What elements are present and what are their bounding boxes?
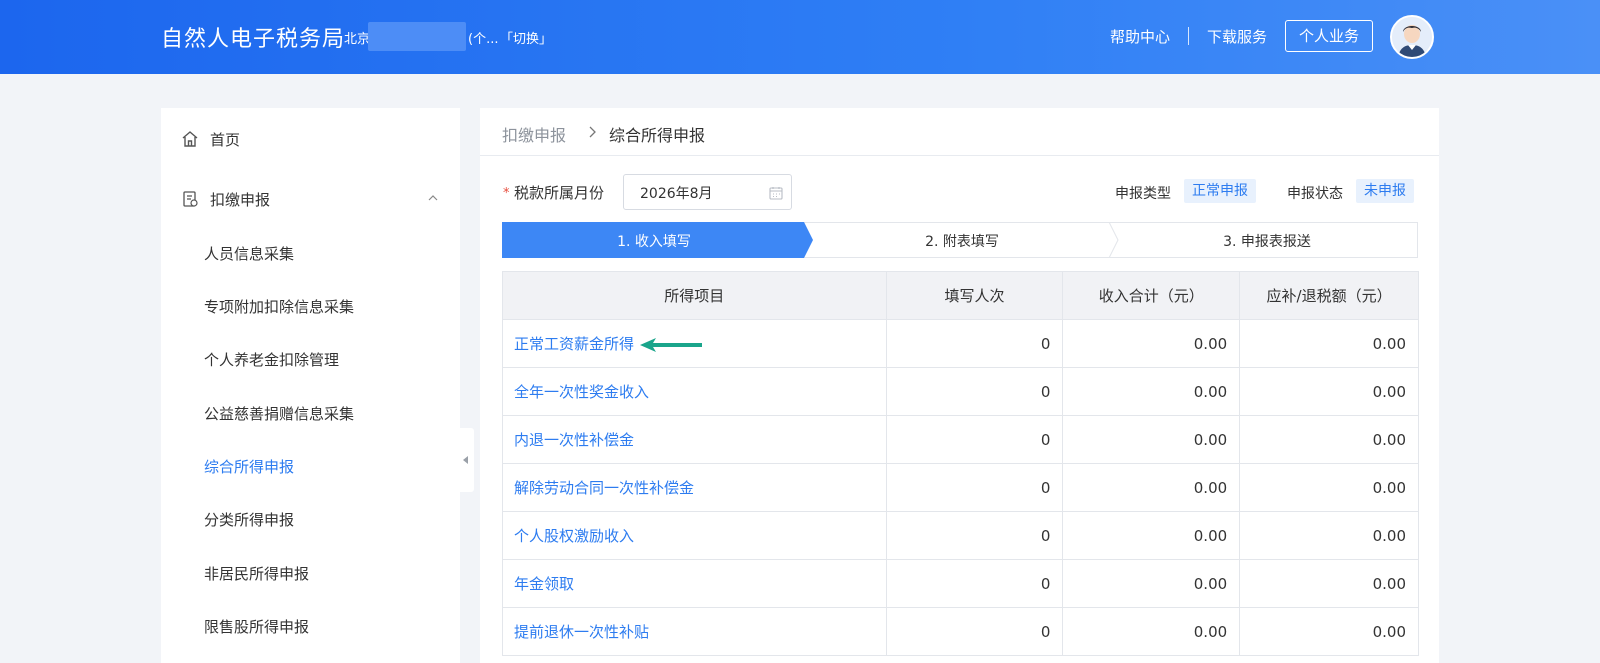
sidebar-item-label: 综合所得申报 <box>204 458 295 476</box>
sidebar-item-label: 人员信息采集 <box>204 245 295 263</box>
user-avatar[interactable] <box>1390 15 1434 59</box>
tax-month-picker[interactable]: 2026年8月 <box>623 174 792 210</box>
nav-divider <box>1188 27 1189 45</box>
step-2-schedule[interactable]: 2. 附表填写 <box>812 231 1112 251</box>
sidebar-item-label: 首页 <box>210 131 241 149</box>
sidebar-item-nonresident-income[interactable]: 非居民所得申报 <box>161 552 460 592</box>
redacted-region-mask <box>368 22 466 51</box>
income-cell: 0.00 <box>1062 415 1241 464</box>
tax-cell: 0.00 <box>1239 607 1419 656</box>
sidebar-item-home[interactable]: 首页 <box>161 118 460 158</box>
sidebar-item-label: 限售股所得申报 <box>204 618 310 636</box>
top-header: 自然人电子税务局 北京 (个... 「切换」 帮助中心 下载服务 个人业务 <box>0 0 1600 74</box>
sidebar-item-withholding[interactable]: 扣缴申报 <box>161 178 460 218</box>
chevron-up-icon[interactable] <box>428 193 438 203</box>
sidebar-item-personnel-info[interactable]: 人员信息采集 <box>161 232 460 272</box>
income-cell: 0.00 <box>1062 607 1241 656</box>
income-cell: 0.00 <box>1062 463 1241 512</box>
tax-cell: 0.00 <box>1239 415 1419 464</box>
income-cell: 0.00 <box>1062 319 1241 368</box>
income-item-link[interactable]: 全年一次性奖金收入 <box>502 367 887 416</box>
table-row: 个人股权激励收入 0 0.00 0.00 <box>502 511 1419 560</box>
step-3-submit[interactable]: 3. 申报表报送 <box>1116 231 1418 251</box>
count-cell: 0 <box>885 415 1064 464</box>
income-cell: 0.00 <box>1062 511 1241 560</box>
sidebar-item-comprehensive-income[interactable]: 综合所得申报 <box>161 445 460 485</box>
home-icon <box>182 131 198 147</box>
sidebar-item-label: 个人养老金扣除管理 <box>204 351 340 369</box>
tax-cell: 0.00 <box>1239 463 1419 512</box>
table-row: 内退一次性补偿金 0 0.00 0.00 <box>502 415 1419 464</box>
sidebar-item-restricted-stock[interactable]: 限售股所得申报 <box>161 605 460 645</box>
sidebar-item-label: 专项附加扣除信息采集 <box>204 298 355 316</box>
calendar-icon <box>769 187 783 200</box>
tax-month-value: 2026年8月 <box>640 186 713 202</box>
tax-month-label: 税款所属月份 <box>514 184 605 202</box>
region-label: 北京 <box>344 32 371 47</box>
income-item-link[interactable]: 内退一次性补偿金 <box>502 415 887 464</box>
column-header-tax-due: 应补/退税额（元） <box>1239 271 1419 320</box>
main-panel: 扣缴申报 综合所得申报 * 税款所属月份 2026年8月 申报类型 正常申报 申… <box>480 108 1439 663</box>
caret-left-icon <box>463 456 468 464</box>
document-icon <box>183 191 198 207</box>
sidebar-item-special-deduction[interactable]: 专项附加扣除信息采集 <box>161 285 460 325</box>
green-arrow-icon <box>640 337 703 352</box>
income-item-link[interactable]: 个人股权激励收入 <box>502 511 887 560</box>
declaration-status-label: 申报状态 <box>1287 186 1343 202</box>
chevron-right-icon <box>589 126 596 138</box>
breadcrumb-current: 综合所得申报 <box>609 126 706 145</box>
column-header-income-item: 所得项目 <box>502 271 887 320</box>
personal-business-button[interactable]: 个人业务 <box>1285 20 1373 52</box>
income-item-link[interactable]: 提前退休一次性补贴 <box>502 607 887 656</box>
income-items-table: 所得项目 填写人次 收入合计（元） 应补/退税额（元） 正常工资薪金所得 0 0… <box>502 271 1419 656</box>
switch-region-link[interactable]: 「切换」 <box>500 28 552 47</box>
tax-cell: 0.00 <box>1239 559 1419 608</box>
tax-cell: 0.00 <box>1239 511 1419 560</box>
sidebar-item-label: 分类所得申报 <box>204 511 295 529</box>
column-header-count: 填写人次 <box>885 271 1064 320</box>
sidebar-item-label: 扣缴申报 <box>210 191 271 209</box>
required-mark: * <box>503 186 510 201</box>
tax-cell: 0.00 <box>1239 367 1419 416</box>
income-cell: 0.00 <box>1062 559 1241 608</box>
income-cell: 0.00 <box>1062 367 1241 416</box>
tax-cell: 0.00 <box>1239 319 1419 368</box>
sidebar-item-label: 非居民所得申报 <box>204 565 310 583</box>
count-cell: 0 <box>885 463 1064 512</box>
help-center-link[interactable]: 帮助中心 <box>1110 26 1170 47</box>
income-item-link[interactable]: 年金领取 <box>502 559 887 608</box>
count-cell: 0 <box>885 559 1064 608</box>
income-item-link[interactable]: 正常工资薪金所得 <box>502 319 887 368</box>
brand-title: 自然人电子税务局 <box>161 27 346 52</box>
sidebar-collapse-toggle[interactable] <box>459 428 474 492</box>
count-cell: 0 <box>885 511 1064 560</box>
count-cell: 0 <box>885 607 1064 656</box>
sidebar-item-pension-deduction[interactable]: 个人养老金扣除管理 <box>161 338 460 378</box>
table-row: 年金领取 0 0.00 0.00 <box>502 559 1419 608</box>
column-header-income-total: 收入合计（元） <box>1062 271 1241 320</box>
declaration-type-badge: 正常申报 <box>1184 179 1256 203</box>
table-header-row: 所得项目 填写人次 收入合计（元） 应补/退税额（元） <box>502 271 1419 320</box>
table-row: 解除劳动合同一次性补偿金 0 0.00 0.00 <box>502 463 1419 512</box>
table-row: 正常工资薪金所得 0 0.00 0.00 <box>502 319 1419 368</box>
sidebar-item-charity-donation[interactable]: 公益慈善捐赠信息采集 <box>161 392 460 432</box>
avatar-icon <box>1392 17 1432 57</box>
step-progress: 1. 收入填写 2. 附表填写 3. 申报表报送 <box>502 222 1418 258</box>
income-item-link[interactable]: 解除劳动合同一次性补偿金 <box>502 463 887 512</box>
income-item-name[interactable]: 正常工资薪金所得 <box>514 335 634 353</box>
declaration-status-badge: 未申报 <box>1356 179 1414 203</box>
count-cell: 0 <box>885 367 1064 416</box>
count-cell: 0 <box>885 319 1064 368</box>
breadcrumb: 扣缴申报 综合所得申报 <box>480 108 1439 156</box>
download-service-link[interactable]: 下载服务 <box>1207 26 1267 47</box>
sidebar-item-classified-income[interactable]: 分类所得申报 <box>161 498 460 538</box>
table-row: 提前退休一次性补贴 0 0.00 0.00 <box>502 607 1419 656</box>
breadcrumb-parent-link[interactable]: 扣缴申报 <box>502 122 566 146</box>
table-row: 全年一次性奖金收入 0 0.00 0.00 <box>502 367 1419 416</box>
step-1-income[interactable]: 1. 收入填写 <box>502 231 806 251</box>
declaration-type-label: 申报类型 <box>1115 186 1171 202</box>
region-extra-label: (个... <box>468 32 499 47</box>
sidebar-item-label: 公益慈善捐赠信息采集 <box>204 405 355 423</box>
sidebar: 首页 扣缴申报 人员信息采集 专项附加扣除信息采集 个人养老金扣除管理 公益慈善… <box>161 108 460 663</box>
